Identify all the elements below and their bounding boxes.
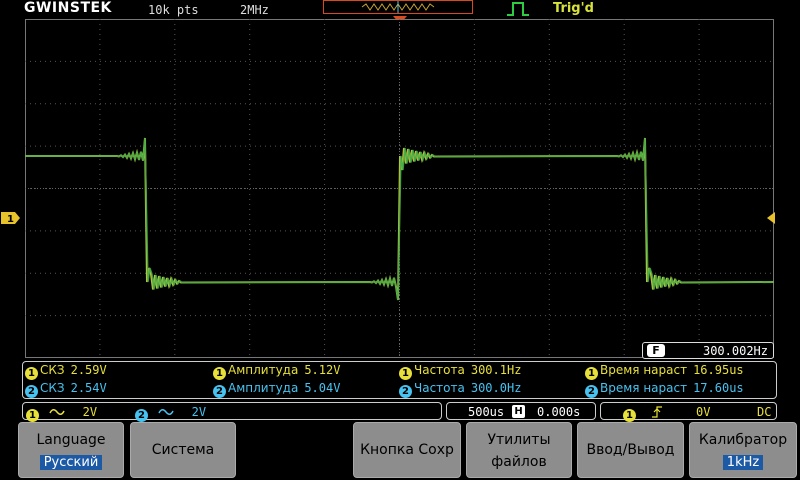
measurement-item: 2 Частота 300.0Hz <box>399 381 521 398</box>
measurement-item: 2 Время нараст 17.60us <box>585 381 744 398</box>
timebase-box[interactable]: 500us H 0.000s <box>446 402 596 420</box>
system-softkey[interactable]: Система <box>130 422 236 478</box>
calibrator-softkey[interactable]: Калибратор 1kHz <box>689 422 797 478</box>
measurement-item: 1 Частота 300.1Hz <box>399 363 521 380</box>
measurement-value: 2.59V <box>70 363 107 377</box>
trigger-edge-icon <box>507 2 529 16</box>
sample-rate: 2MHz <box>240 3 269 17</box>
ch2-badge: 2 <box>25 385 38 398</box>
system-softkey-label: Система <box>151 442 215 458</box>
measurement-item: 2 СКЗ 2.54V <box>25 381 107 398</box>
save-key-softkey-label: Кнопка Сохр <box>360 442 454 458</box>
measurement-item: 1 Амплитуда 5.12V <box>213 363 340 380</box>
ch2-badge: 2 <box>135 409 148 422</box>
measurement-value: 300.1Hz <box>470 363 522 377</box>
file-utilities-softkey[interactable]: Утилиты файлов <box>466 422 572 478</box>
measurement-value: 17.60us <box>693 381 744 395</box>
timebase-value: 500us <box>468 405 505 419</box>
softkey-bar: Language Русский Система Кнопка Сохр Ути… <box>0 422 800 480</box>
frequency-counter-value: 300.002Hz <box>702 344 768 358</box>
file-utilities-label-2: файлов <box>491 454 547 470</box>
trigger-status: Trig'd <box>553 1 594 16</box>
horizontal-position: 0.000s <box>537 405 581 419</box>
language-softkey-label: Language <box>36 432 106 448</box>
frequency-counter-badge: F <box>647 344 665 357</box>
brand-logo: GWINSTEK <box>24 0 112 16</box>
ch1-ground-marker-label: 1 <box>7 214 14 224</box>
ch2-badge: 2 <box>213 385 226 398</box>
ch2-badge: 2 <box>585 385 598 398</box>
measurement-item: 2 Амплитуда 5.04V <box>213 381 340 398</box>
trigger-level: 0V <box>696 405 711 419</box>
measurement-label: СКЗ <box>40 381 65 395</box>
measurement-item: 1 Время нараст 16.95us <box>585 363 744 380</box>
calibrator-softkey-label: Калибратор <box>698 432 788 448</box>
measurement-label: Время нараст <box>600 363 688 377</box>
ch1-badge: 1 <box>25 367 38 380</box>
io-softkey[interactable]: Ввод/Вывод <box>577 422 684 478</box>
measurement-value: 300.0Hz <box>470 381 522 395</box>
measurement-item: 1 СКЗ 2.59V <box>25 363 107 380</box>
language-softkey-value: Русский <box>39 455 103 470</box>
language-softkey[interactable]: Language Русский <box>18 422 124 478</box>
memory-waveform-icon <box>361 1 435 13</box>
measurement-label: Амплитуда <box>228 381 299 395</box>
measurement-value: 2.54V <box>70 381 107 395</box>
trigger-box[interactable]: 1 0V DC <box>600 402 777 422</box>
io-softkey-label: Ввод/Вывод <box>586 442 675 458</box>
measurement-label: Время нараст <box>600 381 688 395</box>
ch1-status: 1 2V <box>26 405 97 422</box>
measurement-label: Частота <box>414 381 465 395</box>
ch1-badge: 1 <box>623 409 636 422</box>
ch2-badge: 2 <box>399 385 412 398</box>
ch2-scale: 2V <box>191 405 207 419</box>
measurement-label: СКЗ <box>40 363 65 377</box>
rising-edge-icon <box>652 406 662 418</box>
ch1-badge: 1 <box>585 367 598 380</box>
ch1-scale: 2V <box>82 405 98 419</box>
measurement-value: 5.04V <box>304 381 341 395</box>
file-utilities-label-1: Утилиты <box>487 432 551 448</box>
ch1-badge: 1 <box>213 367 226 380</box>
measurement-label: Частота <box>414 363 465 377</box>
measurement-value: 16.95us <box>693 363 744 377</box>
trigger-coupling: DC <box>757 405 772 419</box>
channel-scale-box[interactable]: 1 2V 2 2V <box>22 402 442 422</box>
measurement-label: Амплитуда <box>228 363 299 377</box>
waveform-display[interactable] <box>25 19 774 358</box>
trigger-source: 1 <box>623 405 638 422</box>
channel-status-bar: 1 2V 2 2V 500us H 0.000s 1 0V DC <box>22 402 777 422</box>
measurement-panel: 1 СКЗ 2.59V 2 СКЗ 2.54V 1 Амплитуда 5.12V 2 Амп… <box>22 361 777 399</box>
save-key-softkey[interactable]: Кнопка Сохр <box>353 422 461 478</box>
horizontal-badge: H <box>512 405 525 418</box>
trigger-level-marker[interactable] <box>767 212 775 224</box>
memory-bar <box>323 0 473 14</box>
ch1-badge: 1 <box>26 409 39 422</box>
measurement-value: 5.12V <box>304 363 341 377</box>
ch2-status: 2 2V <box>135 405 206 422</box>
ch1-badge: 1 <box>399 367 412 380</box>
ch1-ground-marker[interactable]: 1 <box>1 212 20 224</box>
frequency-counter: F 300.002Hz <box>642 342 774 359</box>
ac-coupling-icon <box>49 409 65 415</box>
calibrator-softkey-value: 1kHz <box>722 455 764 470</box>
ac-coupling-icon <box>158 409 174 415</box>
record-length: 10k pts <box>148 3 199 17</box>
